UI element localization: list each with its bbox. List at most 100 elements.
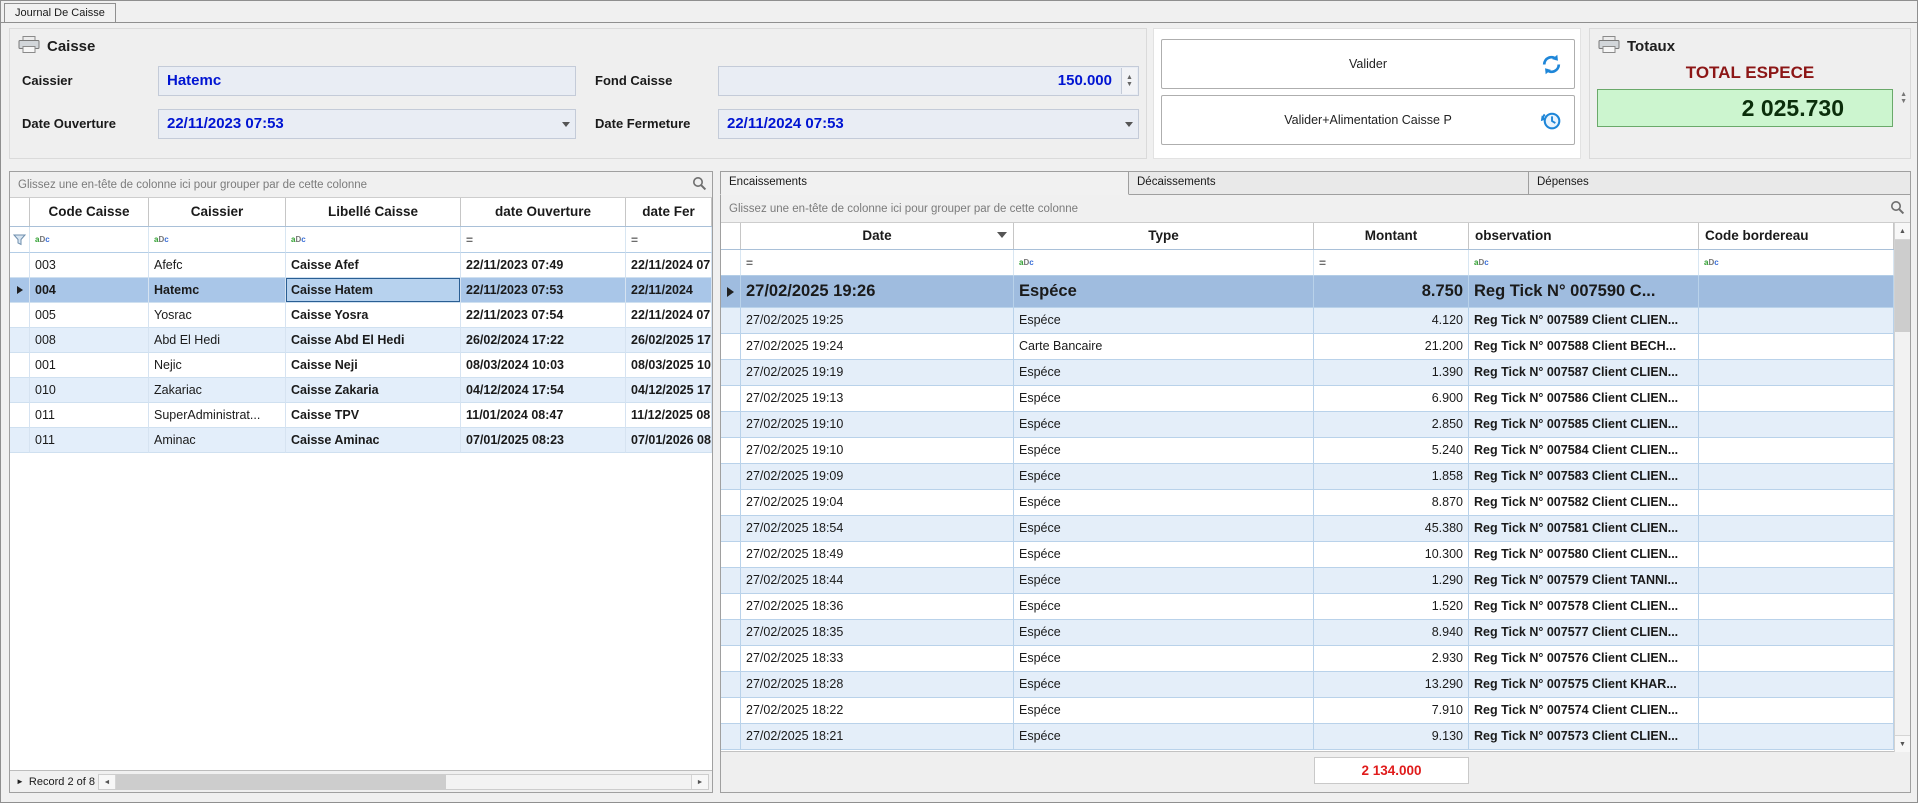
cell-caissier[interactable]: Afefc [149,253,286,278]
filter-date-ouverture[interactable]: = [461,227,626,253]
header-code-bordereau[interactable]: Code bordereau [1699,223,1894,249]
cell-date[interactable]: 27/02/2025 18:28 [741,672,1014,698]
cell-libelle[interactable]: Caisse Neji [286,353,461,378]
cell-code-caisse[interactable]: 008 [30,328,149,353]
tab-depenses[interactable]: Dépenses [1528,171,1911,195]
cell-montant[interactable]: 6.900 [1314,386,1469,412]
cell-montant[interactable]: 8.870 [1314,490,1469,516]
cell-montant[interactable]: 1.858 [1314,464,1469,490]
header-date[interactable]: Date [741,223,1014,249]
vertical-scrollbar[interactable]: ▲ ▼ [1894,223,1910,752]
filter-type[interactable]: aDc [1014,250,1314,276]
cell-code-bordereau[interactable] [1699,698,1894,724]
cell-caissier[interactable]: SuperAdministrat... [149,403,286,428]
table-row[interactable]: 27/02/2025 19:25 Espéce 4.120 Reg Tick N… [721,308,1894,334]
cell-date[interactable]: 27/02/2025 19:10 [741,438,1014,464]
cell-code-caisse[interactable]: 010 [30,378,149,403]
cell-date[interactable]: 27/02/2025 19:26 [741,276,1014,308]
filter-funnel-icon[interactable] [10,227,30,253]
header-libelle-caisse[interactable]: Libellé Caisse [286,198,461,226]
cell-observation[interactable]: Reg Tick N° 007576 Client CLIEN... [1469,646,1699,672]
filter-date[interactable]: = [741,250,1014,276]
cell-date[interactable]: 27/02/2025 18:44 [741,568,1014,594]
table-row[interactable]: 27/02/2025 18:22 Espéce 7.910 Reg Tick N… [721,698,1894,724]
cell-observation[interactable]: Reg Tick N° 007580 Client CLIEN... [1469,542,1699,568]
cell-date-ouverture[interactable]: 22/11/2023 07:49 [461,253,626,278]
cell-code-bordereau[interactable] [1699,646,1894,672]
transactions-group-panel[interactable]: Glissez une en-tête de colonne ici pour … [721,195,1910,223]
cell-type[interactable]: Espéce [1014,594,1314,620]
cell-code-bordereau[interactable] [1699,334,1894,360]
cell-montant[interactable]: 4.120 [1314,308,1469,334]
cell-code-bordereau[interactable] [1699,438,1894,464]
cell-date-ouverture[interactable]: 04/12/2024 17:54 [461,378,626,403]
cell-observation[interactable]: Reg Tick N° 007582 Client CLIEN... [1469,490,1699,516]
cell-date-fermeture[interactable]: 26/02/2025 17 [626,328,712,353]
sort-descending-icon[interactable] [997,232,1007,238]
cell-montant[interactable]: 8.750 [1314,276,1469,308]
cell-date[interactable]: 27/02/2025 18:33 [741,646,1014,672]
cell-date[interactable]: 27/02/2025 18:35 [741,620,1014,646]
cell-code-caisse[interactable]: 005 [30,303,149,328]
header-observation[interactable]: observation [1469,223,1699,249]
cell-caissier[interactable]: Abd El Hedi [149,328,286,353]
cell-observation[interactable]: Reg Tick N° 007589 Client CLIEN... [1469,308,1699,334]
cell-observation[interactable]: Reg Tick N° 007587 Client CLIEN... [1469,360,1699,386]
caissier-field[interactable]: Hatemc [158,66,576,96]
cell-type[interactable]: Espéce [1014,412,1314,438]
cell-montant[interactable]: 2.930 [1314,646,1469,672]
table-row[interactable]: 27/02/2025 18:54 Espéce 45.380 Reg Tick … [721,516,1894,542]
cell-date[interactable]: 27/02/2025 18:49 [741,542,1014,568]
scrollbar-thumb[interactable] [1895,240,1910,332]
table-row[interactable]: 011 SuperAdministrat... Caisse TPV 11/01… [10,403,712,428]
cell-code-bordereau[interactable] [1699,724,1894,750]
cell-caissier[interactable]: Yosrac [149,303,286,328]
cell-libelle[interactable]: Caisse Abd El Hedi [286,328,461,353]
header-montant[interactable]: Montant [1314,223,1469,249]
cell-type[interactable]: Espéce [1014,672,1314,698]
cell-type[interactable]: Espéce [1014,386,1314,412]
cell-date[interactable]: 27/02/2025 19:24 [741,334,1014,360]
spinner-icon[interactable]: ▲▼ [1900,91,1907,105]
cell-code-bordereau[interactable] [1699,276,1894,308]
cell-code-caisse[interactable]: 003 [30,253,149,278]
filter-date-fermeture[interactable]: = [626,227,712,253]
chevron-down-icon[interactable] [1125,122,1133,127]
cell-libelle[interactable]: Caisse Zakaria [286,378,461,403]
table-row[interactable]: 010 Zakariac Caisse Zakaria 04/12/2024 1… [10,378,712,403]
horizontal-scrollbar[interactable]: ◄ ► [98,774,709,790]
cell-caissier[interactable]: Nejic [149,353,286,378]
cell-code-bordereau[interactable] [1699,568,1894,594]
scroll-down-icon[interactable]: ▼ [1895,735,1910,752]
cell-type[interactable]: Espéce [1014,542,1314,568]
cell-type[interactable]: Espéce [1014,620,1314,646]
cell-date[interactable]: 27/02/2025 19:04 [741,490,1014,516]
table-row[interactable]: 008 Abd El Hedi Caisse Abd El Hedi 26/02… [10,328,712,353]
cell-code-bordereau[interactable] [1699,308,1894,334]
cell-montant[interactable]: 45.380 [1314,516,1469,542]
cell-observation[interactable]: Reg Tick N° 007585 Client CLIEN... [1469,412,1699,438]
cell-code-bordereau[interactable] [1699,542,1894,568]
date-fermeture-field[interactable]: 22/11/2024 07:53 [718,109,1139,139]
filter-code-caisse[interactable]: aDc [30,227,149,253]
table-row[interactable]: 011 Aminac Caisse Aminac 07/01/2025 08:2… [10,428,712,453]
cell-libelle[interactable]: Caisse Afef [286,253,461,278]
table-row[interactable]: 27/02/2025 19:10 Espéce 2.850 Reg Tick N… [721,412,1894,438]
cell-caissier[interactable]: Hatemc [149,278,286,303]
cell-type[interactable]: Espéce [1014,308,1314,334]
cell-date-ouverture[interactable]: 22/11/2023 07:53 [461,278,626,303]
table-row[interactable]: 27/02/2025 19:04 Espéce 8.870 Reg Tick N… [721,490,1894,516]
cell-observation[interactable]: Reg Tick N° 007583 Client CLIEN... [1469,464,1699,490]
filter-observation[interactable]: aDc [1469,250,1699,276]
table-row[interactable]: 004 Hatemc Caisse Hatem 22/11/2023 07:53… [10,278,712,303]
table-row[interactable]: 27/02/2025 18:28 Espéce 13.290 Reg Tick … [721,672,1894,698]
search-icon[interactable] [1890,200,1905,218]
header-date-fermeture[interactable]: date Fer [626,198,712,226]
cell-type[interactable]: Espéce [1014,568,1314,594]
cell-code-bordereau[interactable] [1699,672,1894,698]
cell-type[interactable]: Espéce [1014,698,1314,724]
cell-observation[interactable]: Reg Tick N° 007590 C... [1469,276,1699,308]
cell-observation[interactable]: Reg Tick N° 007588 Client BECH... [1469,334,1699,360]
table-row[interactable]: 27/02/2025 18:49 Espéce 10.300 Reg Tick … [721,542,1894,568]
cell-montant[interactable]: 9.130 [1314,724,1469,750]
